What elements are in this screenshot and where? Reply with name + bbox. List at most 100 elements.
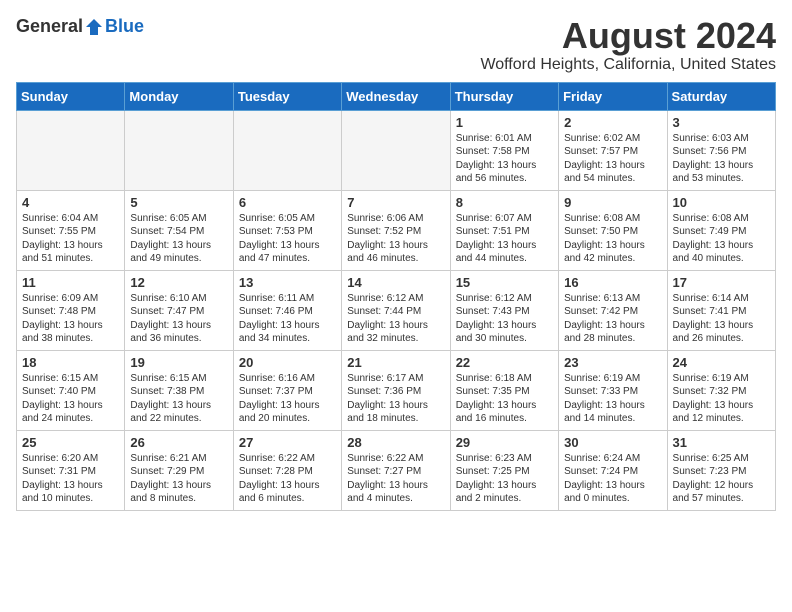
page-header: General Blue August 2024 Wofford Heights… — [16, 16, 776, 74]
column-header-saturday: Saturday — [667, 82, 775, 110]
day-number: 26 — [130, 435, 227, 450]
day-number: 28 — [347, 435, 444, 450]
day-number: 4 — [22, 195, 119, 210]
column-header-tuesday: Tuesday — [233, 82, 341, 110]
calendar-cell: 27 Sunrise: 6:22 AM Sunset: 7:28 PM Dayli… — [233, 430, 341, 510]
cell-info: Sunrise: 6:05 AM Sunset: 7:54 PM Dayligh… — [130, 212, 227, 266]
cell-info: Sunrise: 6:02 AM Sunset: 7:57 PM Dayligh… — [564, 132, 661, 186]
cell-info: Sunrise: 6:22 AM Sunset: 7:27 PM Dayligh… — [347, 452, 444, 506]
cell-info: Sunrise: 6:19 AM Sunset: 7:33 PM Dayligh… — [564, 372, 661, 426]
calendar-cell: 11Sunrise: 6:09 AM Sunset: 7:48 PM Dayli… — [17, 270, 125, 350]
calendar-cell: 6Sunrise: 6:05 AM Sunset: 7:53 PM Daylig… — [233, 190, 341, 270]
day-number: 14 — [347, 275, 444, 290]
cell-info: Sunrise: 6:10 AM Sunset: 7:47 PM Dayligh… — [130, 292, 227, 346]
calendar-cell: 31 Sunrise: 6:25 AM Sunset: 7:23 PM Dayli… — [667, 430, 775, 510]
calendar-cell: 17 Sunrise: 6:14 AM Sunset: 7:41 PM Dayli… — [667, 270, 775, 350]
cell-info: Sunrise: 6:20 AM Sunset: 7:31 PM Dayligh… — [22, 452, 119, 506]
day-number: 9 — [564, 195, 661, 210]
calendar-cell: 25 Sunrise: 6:20 AM Sunset: 7:31 PM Dayli… — [17, 430, 125, 510]
calendar-header-row: SundayMondayTuesdayWednesdayThursdayFrid… — [17, 82, 776, 110]
day-number: 25 — [22, 435, 119, 450]
cell-info: Sunrise: 6:08 AM Sunset: 7:49 PM Dayligh… — [673, 212, 770, 266]
cell-info: Sunrise: 6:11 AM Sunset: 7:46 PM Dayligh… — [239, 292, 336, 346]
calendar-cell: 22Sunrise: 6:18 AM Sunset: 7:35 PM Dayli… — [450, 350, 558, 430]
calendar-cell — [233, 110, 341, 190]
calendar-cell: 5 Sunrise: 6:05 AM Sunset: 7:54 PM Daylig… — [125, 190, 233, 270]
cell-info: Sunrise: 6:21 AM Sunset: 7:29 PM Dayligh… — [130, 452, 227, 506]
day-number: 16 — [564, 275, 661, 290]
day-number: 18 — [22, 355, 119, 370]
column-header-monday: Monday — [125, 82, 233, 110]
cell-info: Sunrise: 6:01 AM Sunset: 7:58 PM Dayligh… — [456, 132, 553, 186]
column-header-sunday: Sunday — [17, 82, 125, 110]
calendar-cell: 3Sunrise: 6:03 AM Sunset: 7:56 PM Daylig… — [667, 110, 775, 190]
month-title: August 2024 — [480, 16, 776, 56]
day-number: 8 — [456, 195, 553, 210]
calendar-cell: 30Sunrise: 6:24 AM Sunset: 7:24 PM Dayli… — [559, 430, 667, 510]
day-number: 15 — [456, 275, 553, 290]
day-number: 30 — [564, 435, 661, 450]
day-number: 31 — [673, 435, 770, 450]
week-row-4: 18 Sunrise: 6:15 AM Sunset: 7:40 PM Dayli… — [17, 350, 776, 430]
calendar-cell: 18 Sunrise: 6:15 AM Sunset: 7:40 PM Dayli… — [17, 350, 125, 430]
calendar-cell: 23 Sunrise: 6:19 AM Sunset: 7:33 PM Dayli… — [559, 350, 667, 430]
column-header-friday: Friday — [559, 82, 667, 110]
day-number: 10 — [673, 195, 770, 210]
calendar-cell: 14 Sunrise: 6:12 AM Sunset: 7:44 PM Dayli… — [342, 270, 450, 350]
column-header-thursday: Thursday — [450, 82, 558, 110]
day-number: 13 — [239, 275, 336, 290]
logo-general-text: General — [16, 16, 83, 37]
day-number: 24 — [673, 355, 770, 370]
title-block: August 2024 Wofford Heights, California,… — [480, 16, 776, 74]
cell-info: Sunrise: 6:22 AM Sunset: 7:28 PM Dayligh… — [239, 452, 336, 506]
calendar-cell: 24 Sunrise: 6:19 AM Sunset: 7:32 PM Dayli… — [667, 350, 775, 430]
day-number: 5 — [130, 195, 227, 210]
calendar-cell: 15Sunrise: 6:12 AM Sunset: 7:43 PM Dayli… — [450, 270, 558, 350]
calendar-cell: 19Sunrise: 6:15 AM Sunset: 7:38 PM Dayli… — [125, 350, 233, 430]
calendar-cell: 2 Sunrise: 6:02 AM Sunset: 7:57 PM Daylig… — [559, 110, 667, 190]
day-number: 20 — [239, 355, 336, 370]
cell-info: Sunrise: 6:13 AM Sunset: 7:42 PM Dayligh… — [564, 292, 661, 346]
day-number: 11 — [22, 275, 119, 290]
calendar-cell — [125, 110, 233, 190]
calendar-cell: 16 Sunrise: 6:13 AM Sunset: 7:42 PM Dayli… — [559, 270, 667, 350]
cell-info: Sunrise: 6:14 AM Sunset: 7:41 PM Dayligh… — [673, 292, 770, 346]
day-number: 29 — [456, 435, 553, 450]
calendar-cell: 20 Sunrise: 6:16 AM Sunset: 7:37 PM Dayli… — [233, 350, 341, 430]
calendar-cell: 4 Sunrise: 6:04 AM Sunset: 7:55 PM Daylig… — [17, 190, 125, 270]
cell-info: Sunrise: 6:25 AM Sunset: 7:23 PM Dayligh… — [673, 452, 770, 506]
calendar-cell: 9Sunrise: 6:08 AM Sunset: 7:50 PM Daylig… — [559, 190, 667, 270]
calendar-cell: 7Sunrise: 6:06 AM Sunset: 7:52 PM Daylig… — [342, 190, 450, 270]
calendar-cell: 10 Sunrise: 6:08 AM Sunset: 7:49 PM Dayli… — [667, 190, 775, 270]
day-number: 17 — [673, 275, 770, 290]
cell-info: Sunrise: 6:19 AM Sunset: 7:32 PM Dayligh… — [673, 372, 770, 426]
cell-info: Sunrise: 6:05 AM Sunset: 7:53 PM Dayligh… — [239, 212, 336, 266]
day-number: 19 — [130, 355, 227, 370]
week-row-1: 1 Sunrise: 6:01 AM Sunset: 7:58 PM Daylig… — [17, 110, 776, 190]
calendar-cell: 1 Sunrise: 6:01 AM Sunset: 7:58 PM Daylig… — [450, 110, 558, 190]
day-number: 12 — [130, 275, 227, 290]
cell-info: Sunrise: 6:04 AM Sunset: 7:55 PM Dayligh… — [22, 212, 119, 266]
day-number: 1 — [456, 115, 553, 130]
logo-icon — [84, 17, 104, 37]
calendar-cell — [17, 110, 125, 190]
cell-info: Sunrise: 6:17 AM Sunset: 7:36 PM Dayligh… — [347, 372, 444, 426]
calendar-table: SundayMondayTuesdayWednesdayThursdayFrid… — [16, 82, 776, 511]
cell-info: Sunrise: 6:12 AM Sunset: 7:44 PM Dayligh… — [347, 292, 444, 346]
day-number: 23 — [564, 355, 661, 370]
calendar-cell: 12 Sunrise: 6:10 AM Sunset: 7:47 PM Dayli… — [125, 270, 233, 350]
calendar-cell: 26 Sunrise: 6:21 AM Sunset: 7:29 PM Dayli… — [125, 430, 233, 510]
cell-info: Sunrise: 6:23 AM Sunset: 7:25 PM Dayligh… — [456, 452, 553, 506]
day-number: 7 — [347, 195, 444, 210]
calendar-cell: 29 Sunrise: 6:23 AM Sunset: 7:25 PM Dayli… — [450, 430, 558, 510]
cell-info: Sunrise: 6:18 AM Sunset: 7:35 PM Dayligh… — [456, 372, 553, 426]
cell-info: Sunrise: 6:16 AM Sunset: 7:37 PM Dayligh… — [239, 372, 336, 426]
day-number: 2 — [564, 115, 661, 130]
day-number: 21 — [347, 355, 444, 370]
calendar-cell: 28 Sunrise: 6:22 AM Sunset: 7:27 PM Dayli… — [342, 430, 450, 510]
day-number: 27 — [239, 435, 336, 450]
cell-info: Sunrise: 6:15 AM Sunset: 7:40 PM Dayligh… — [22, 372, 119, 426]
location-title: Wofford Heights, California, United Stat… — [480, 56, 776, 74]
week-row-5: 25 Sunrise: 6:20 AM Sunset: 7:31 PM Dayli… — [17, 430, 776, 510]
calendar-cell: 13 Sunrise: 6:11 AM Sunset: 7:46 PM Dayli… — [233, 270, 341, 350]
